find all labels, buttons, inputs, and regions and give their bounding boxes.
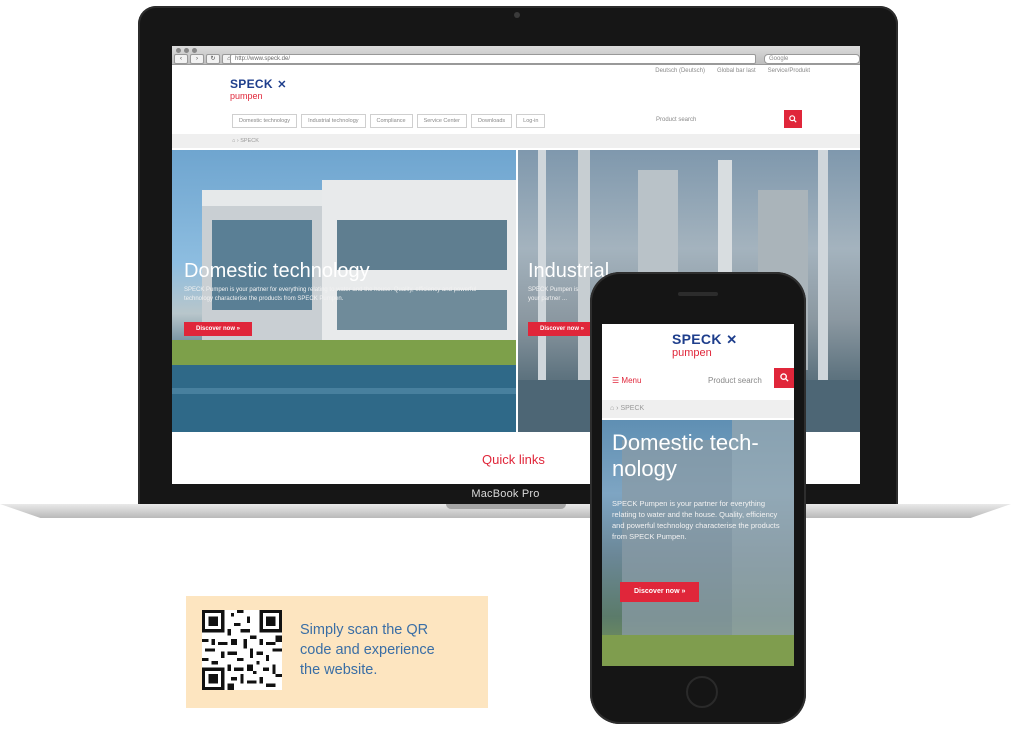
qr-panel: Simply scan the QR code and experience t… (186, 596, 488, 708)
phone-breadcrumb-item[interactable]: SPECK (620, 405, 644, 412)
reload-button[interactable]: ↻ (206, 54, 220, 64)
address-bar[interactable]: http://www.speck.de/ (230, 54, 756, 64)
phone-logo[interactable]: SPECK ✕ pumpen (672, 332, 737, 359)
logo-x-icon: ✕ (277, 79, 287, 91)
browser-nav: ‹ › ↻ ⌂ (174, 54, 236, 64)
maximize-dot[interactable] (192, 48, 197, 53)
qr-code-icon[interactable] (202, 610, 282, 690)
breadcrumb-item[interactable]: SPECK (240, 138, 259, 144)
nav-industrial[interactable]: Industrial technology (301, 114, 366, 128)
hero-domestic-text: SPECK Pumpen is your partner for everyth… (184, 287, 477, 302)
top-link-service[interactable]: Service/Produkt (768, 68, 810, 74)
search-button[interactable] (784, 110, 802, 128)
site-top-links: Deutsch (Deutsch) Global bar last Servic… (655, 68, 810, 74)
phone-hero-title-2: nology (612, 456, 677, 481)
window-controls[interactable] (176, 48, 197, 53)
nav-downloads[interactable]: Downloads (470, 114, 513, 128)
phone-menu-button[interactable]: ☰ Menu (612, 376, 641, 385)
minimize-dot[interactable] (184, 48, 189, 53)
laptop-model-label: MacBook Pro (471, 488, 540, 500)
search-icon (779, 373, 789, 382)
hero-domestic: Domestic technology SPECK Pumpen is your… (172, 150, 516, 432)
browser-search-field[interactable]: Google (764, 54, 860, 64)
phone-home-button[interactable] (686, 676, 718, 708)
phone-hero: Domestic tech- nology SPECK Pumpen is yo… (602, 420, 794, 666)
phone-product-search-input[interactable]: Product search (708, 376, 762, 385)
nav-compliance[interactable]: Compliance (369, 114, 413, 128)
hero-domestic-title: Domestic technology (184, 260, 370, 282)
hero-industrial-text: SPECK Pumpen is your partner ... (528, 287, 579, 302)
top-link-language[interactable]: Deutsch (Deutsch) (655, 68, 705, 74)
search-icon (789, 115, 797, 123)
quick-links-heading: Quick links (482, 452, 545, 467)
phone-logo-brand: SPECK (672, 331, 722, 347)
site-logo[interactable]: SPECK ✕ pumpen (230, 76, 287, 101)
phone-breadcrumb: ⌂ › SPECK (602, 400, 794, 418)
nav-domestic[interactable]: Domestic technology (232, 114, 298, 128)
phone-menu-label: Menu (621, 376, 642, 385)
nav-service[interactable]: Service Center (416, 114, 467, 128)
breadcrumb: ⌂ › SPECK (172, 134, 860, 148)
qr-caption-line: the website. (300, 662, 378, 678)
hamburger-icon: ☰ (612, 376, 622, 385)
qr-caption-line: code and experience (300, 642, 435, 658)
phone-logo-x-icon: ✕ (726, 332, 738, 347)
close-dot[interactable] (176, 48, 181, 53)
back-button[interactable]: ‹ (174, 54, 188, 64)
phone-logo-sub: pumpen (672, 347, 712, 359)
home-icon[interactable]: ⌂ (610, 405, 614, 412)
site-main-nav: Domestic technology Industrial technolog… (232, 114, 546, 128)
phone-hero-title-1: Domestic tech- (612, 430, 759, 455)
forward-button[interactable]: › (190, 54, 204, 64)
discover-domestic-button[interactable]: Discover now » (184, 322, 253, 336)
discover-industrial-button[interactable]: Discover now » (528, 322, 597, 336)
phone-discover-button[interactable]: Discover now » (620, 582, 700, 602)
browser-toolbar: ‹ › ↻ ⌂ http://www.speck.de/ Google (172, 46, 860, 65)
phone-speaker (678, 292, 718, 296)
logo-sub: pumpen (230, 91, 263, 101)
phone-search-button[interactable] (774, 368, 794, 388)
qr-caption: Simply scan the QR code and experience t… (300, 620, 478, 680)
nav-login[interactable]: Log-in (516, 114, 546, 128)
laptop-camera (514, 12, 520, 18)
product-search-input[interactable]: Product search (656, 117, 696, 123)
qr-caption-line: Simply scan the QR (300, 622, 429, 638)
logo-brand: SPECK (230, 77, 273, 91)
phone-hero-text: SPECK Pumpen is your partner for everyth… (612, 499, 780, 541)
laptop-base-notch (446, 504, 566, 509)
top-link-global[interactable]: Global bar last (717, 68, 756, 74)
phone-screen: SPECK ✕ pumpen ☰ Menu Product search ⌂ ›… (602, 324, 794, 666)
home-icon[interactable]: ⌂ (232, 138, 235, 144)
hero-industrial-title: Industrial (528, 260, 610, 282)
